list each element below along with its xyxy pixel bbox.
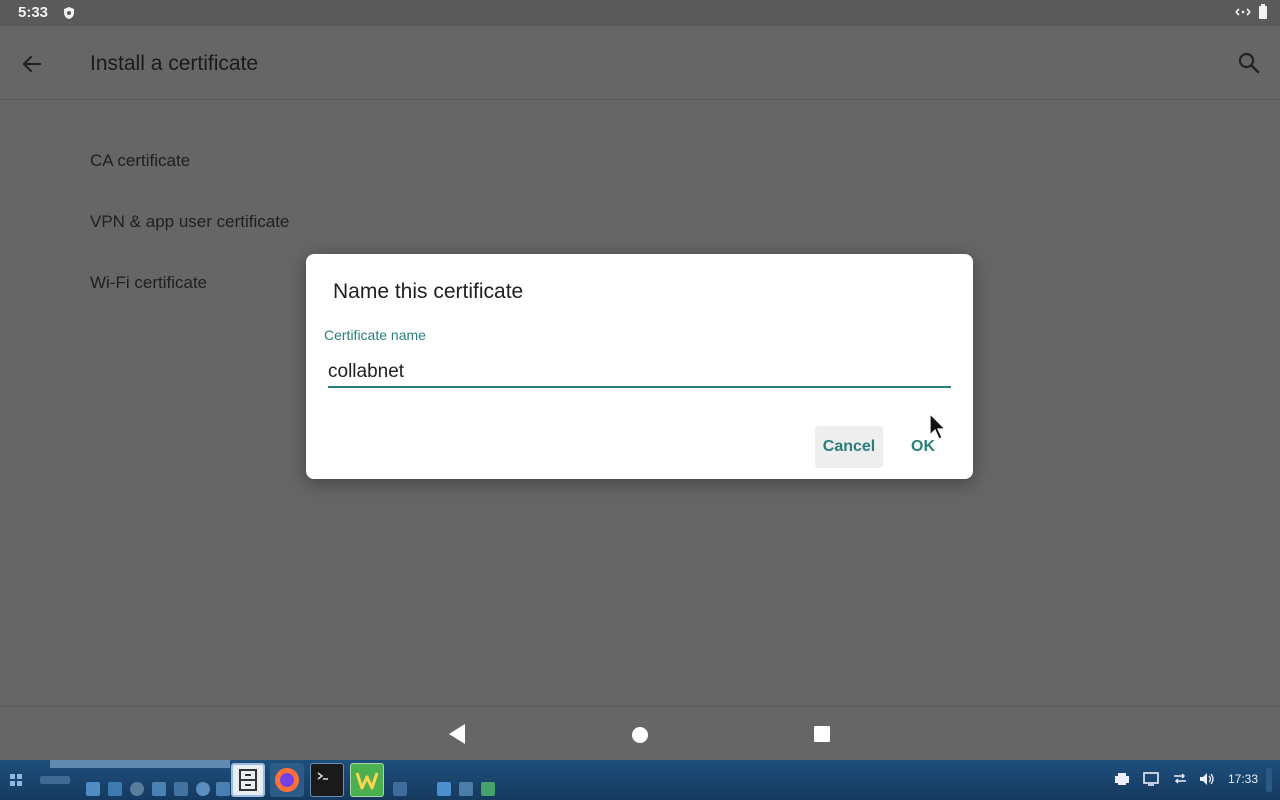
taskbar-app-icon[interactable]: [108, 782, 122, 796]
taskbar-clock[interactable]: 17:33: [1228, 772, 1258, 786]
circle-home-icon[interactable]: [632, 727, 648, 743]
search-icon[interactable]: [1236, 50, 1262, 76]
taskbar-app-icon[interactable]: [216, 782, 230, 796]
app-bar: Install a certificate: [0, 26, 1280, 100]
host-taskbar: 17:33: [0, 760, 1280, 800]
triangle-back-icon[interactable]: [447, 723, 467, 745]
taskbar-app-icon[interactable]: [152, 782, 166, 796]
ok-button[interactable]: OK: [900, 426, 946, 468]
page-title: Install a certificate: [90, 52, 259, 75]
cancel-button[interactable]: Cancel: [815, 426, 883, 468]
taskbar-app-icon[interactable]: [459, 782, 473, 796]
status-icons: [1234, 4, 1268, 20]
taskbar-app-icon[interactable]: [174, 782, 188, 796]
taskbar-app-icon[interactable]: [196, 782, 210, 796]
taskbar-app-icon[interactable]: [437, 782, 451, 796]
file-cabinet-app-icon[interactable]: [231, 763, 265, 797]
network-icon: [1235, 8, 1251, 16]
name-certificate-dialog: Name this certificate Certificate name C…: [306, 254, 973, 479]
terminal-app-icon[interactable]: [310, 763, 344, 797]
taskbar-app-icon[interactable]: [86, 782, 100, 796]
taskbar-preview-strip: [50, 760, 230, 768]
taskbar-app-icon[interactable]: [393, 782, 407, 796]
shield-icon: [64, 7, 74, 19]
waydroid-app-icon[interactable]: [350, 763, 384, 797]
volume-icon[interactable]: [1199, 772, 1215, 786]
status-bar: 5:33: [0, 0, 1280, 26]
firefox-app-icon[interactable]: [270, 763, 304, 797]
arrow-back-icon[interactable]: [18, 50, 46, 78]
printer-icon[interactable]: [1114, 772, 1130, 786]
certificate-name-input[interactable]: [328, 358, 951, 388]
battery-icon: [1259, 4, 1267, 19]
display-icon[interactable]: [1143, 772, 1159, 786]
start-menu-icon[interactable]: [9, 773, 23, 787]
network-disconnected-icon[interactable]: [1172, 772, 1188, 786]
square-recents-icon[interactable]: [814, 726, 830, 742]
search-box-icon[interactable]: [40, 776, 70, 784]
status-time: 5:33: [18, 4, 49, 21]
show-desktop-button[interactable]: [1266, 768, 1272, 792]
list-item-vpn-app-user-certificate[interactable]: VPN & app user certificate: [0, 191, 1280, 252]
taskbar-app-icon[interactable]: [130, 782, 144, 796]
certificate-name-label: Certificate name: [324, 327, 426, 343]
list-item-ca-certificate[interactable]: CA certificate: [0, 130, 1280, 191]
navigation-bar: [0, 706, 1280, 760]
dialog-title: Name this certificate: [333, 280, 524, 303]
taskbar-app-icon[interactable]: [481, 782, 495, 796]
